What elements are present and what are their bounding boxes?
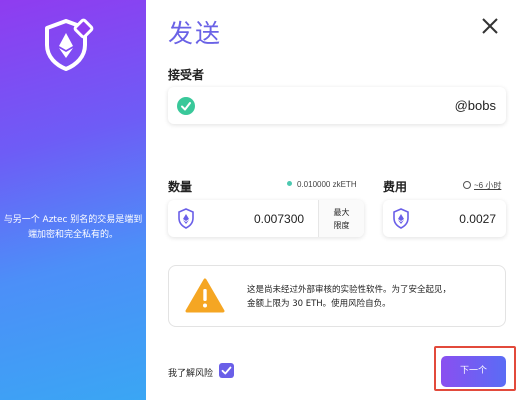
- eth-shield-icon: [393, 208, 409, 229]
- warning-text: 这是尚未经过外部审核的实验性软件。为了安全起见， 金额上限为 30 ETH。使用…: [247, 283, 497, 311]
- recipient-input[interactable]: @bobs: [168, 87, 506, 124]
- warning-text-line2: 金额上限为 30 ETH。使用风险自负。: [247, 299, 391, 309]
- checkmark-icon: [221, 366, 232, 375]
- warning-text-line1: 这是尚未经过外部审核的实验性软件。为了安全起见，: [247, 285, 452, 295]
- ack-checkbox[interactable]: [219, 363, 234, 378]
- warning-box: 这是尚未经过外部审核的实验性软件。为了安全起见， 金额上限为 30 ETH。使用…: [168, 265, 506, 327]
- max-label-line2: 限度: [333, 221, 350, 230]
- ack-label: 我了解风险: [168, 369, 214, 379]
- max-label-line1: 最大: [333, 208, 350, 217]
- warning-triangle-icon: [185, 278, 225, 313]
- fee-label: 费用: [383, 180, 408, 194]
- amount-value: 0.007300: [254, 212, 305, 226]
- balance-dot-icon: [287, 181, 292, 186]
- next-button[interactable]: 下一个: [441, 356, 506, 387]
- eth-shield-icon: [45, 18, 94, 71]
- eth-shield-icon: [178, 208, 194, 229]
- max-button[interactable]: 最大 限度: [318, 200, 364, 237]
- recipient-label: 接受者: [168, 68, 205, 82]
- time-estimate[interactable]: ~6 小时: [463, 180, 501, 191]
- amount-label: 数量: [168, 180, 193, 194]
- fee-value: 0.0027: [459, 212, 496, 226]
- close-icon[interactable]: [480, 16, 500, 36]
- clock-icon: [463, 181, 471, 189]
- sidebar-panel: 与另一个 Aztec 别名的交易是端到端加密和完全私有的。: [0, 0, 146, 400]
- recipient-value: @bobs: [454, 98, 496, 113]
- fee-input[interactable]: 0.0027: [383, 200, 506, 237]
- sidebar-description: 与另一个 Aztec 别名的交易是端到端加密和完全私有的。: [3, 215, 143, 240]
- balance-text: 0.010000 zkETH: [287, 180, 357, 189]
- amount-input[interactable]: 0.007300 最大 限度: [168, 200, 364, 237]
- page-title: 发送: [168, 19, 223, 48]
- check-circle-icon: [177, 97, 195, 115]
